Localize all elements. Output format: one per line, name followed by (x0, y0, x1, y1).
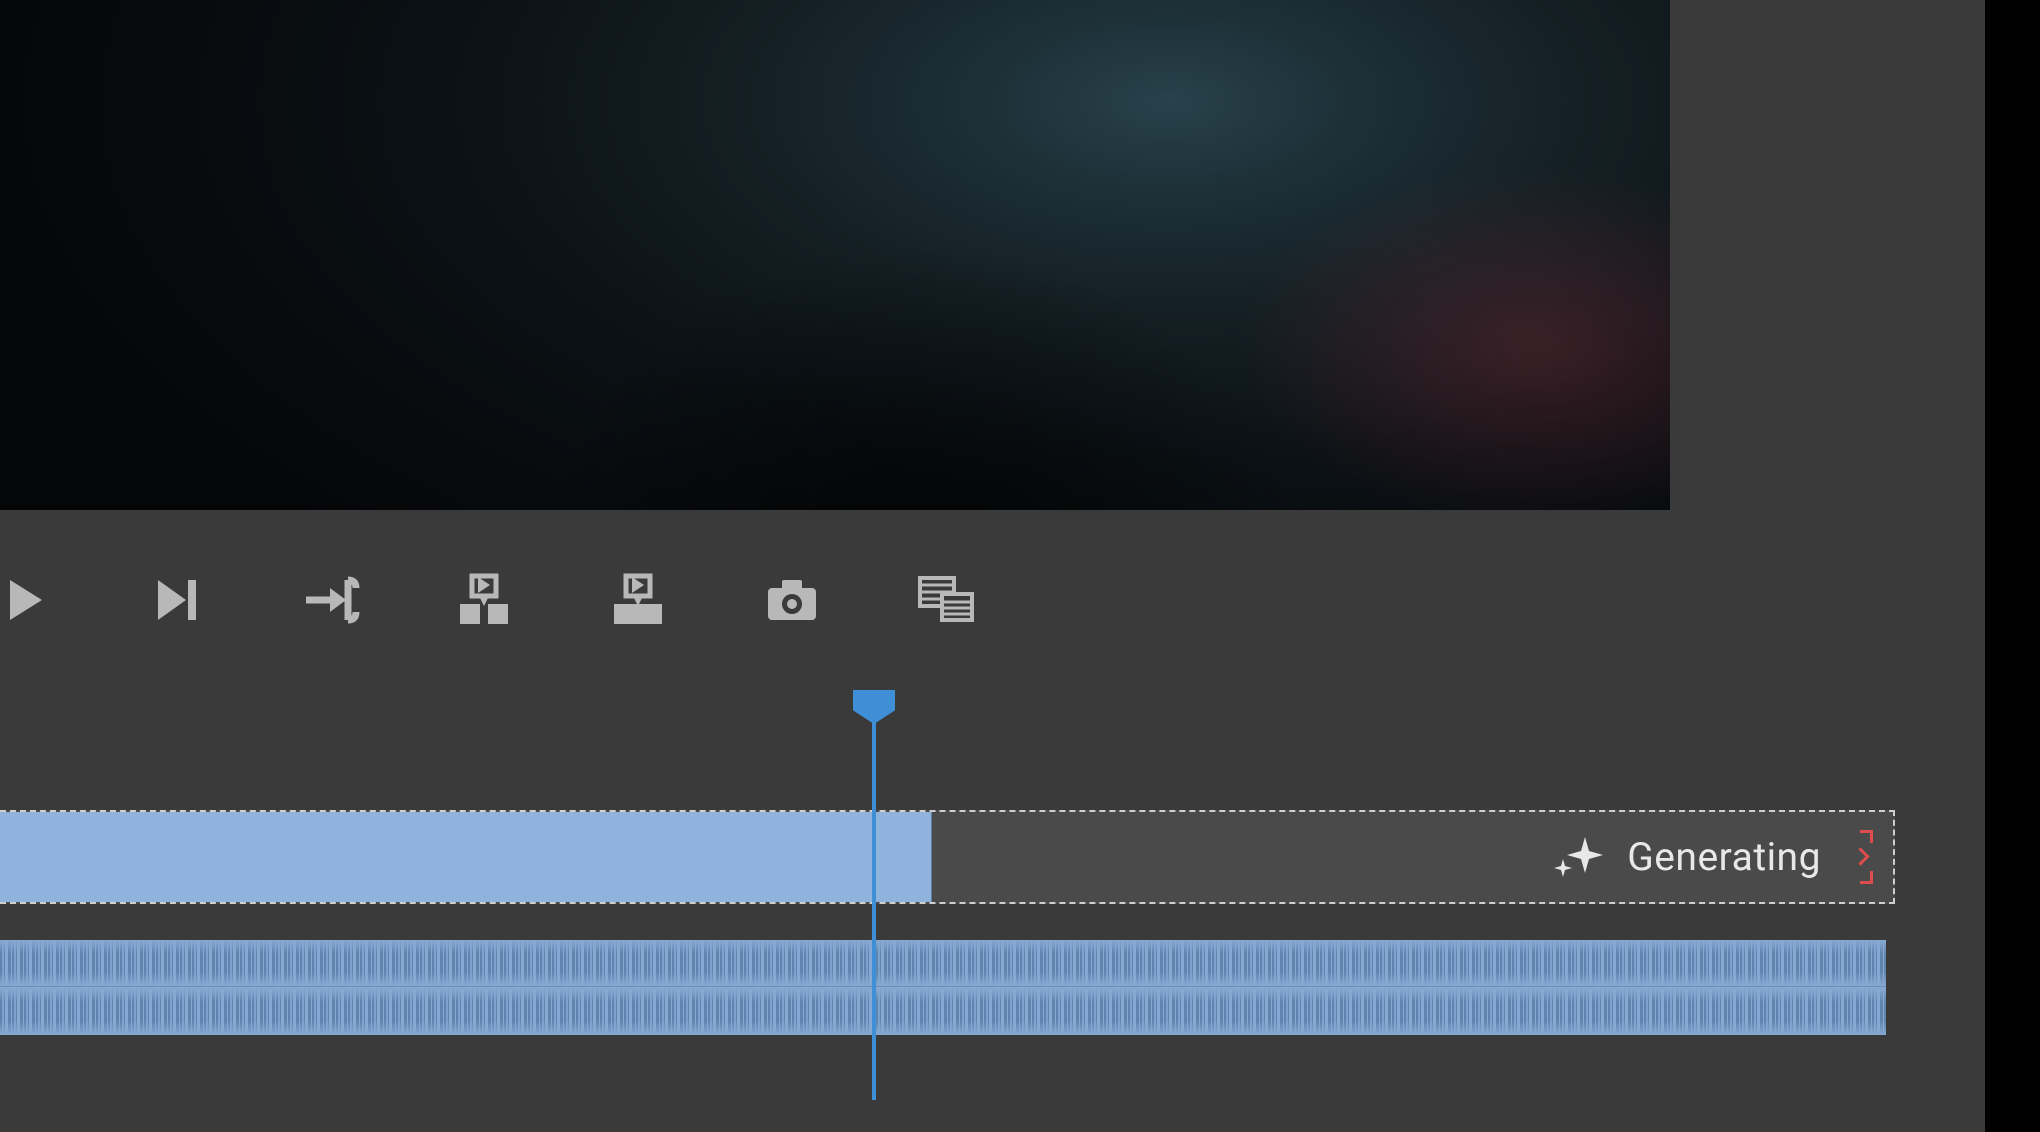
audio-channel-right (0, 988, 1886, 1035)
audio-channel-left (0, 940, 1886, 987)
audio-waveform (0, 988, 1886, 1035)
timeline[interactable]: Generating (0, 690, 1895, 1100)
play-button[interactable] (0, 568, 54, 632)
playhead-line (872, 720, 876, 1100)
export-frame-button[interactable] (760, 568, 824, 632)
editor-frame: Generating (0, 0, 2040, 1132)
comparison-view-icon (914, 568, 978, 632)
insert-button[interactable] (452, 568, 516, 632)
window-gutter (1985, 0, 2040, 1132)
comparison-view-button[interactable] (914, 568, 978, 632)
step-forward-button[interactable] (144, 568, 208, 632)
camera-icon (760, 568, 824, 632)
generating-progress-icon (1843, 830, 1873, 884)
overwrite-button[interactable] (606, 568, 670, 632)
playhead-handle[interactable] (853, 690, 895, 724)
transport-toolbar (0, 555, 1670, 645)
overwrite-icon (606, 568, 670, 632)
video-track[interactable]: Generating (0, 810, 1895, 904)
program-monitor-preview[interactable] (0, 0, 1670, 510)
insert-icon (452, 568, 516, 632)
generating-label: Generating (1627, 834, 1821, 880)
go-to-out-icon (298, 568, 362, 632)
editor-panel: Generating (0, 0, 1985, 1132)
step-forward-icon (144, 568, 208, 632)
video-clip[interactable] (0, 812, 932, 902)
go-to-out-button[interactable] (298, 568, 362, 632)
generating-clip[interactable]: Generating (932, 812, 1889, 902)
playhead[interactable] (872, 690, 876, 1100)
sparkle-icon (1549, 829, 1605, 885)
play-icon (0, 568, 54, 632)
audio-track[interactable] (0, 940, 1886, 1035)
audio-waveform (0, 940, 1886, 986)
